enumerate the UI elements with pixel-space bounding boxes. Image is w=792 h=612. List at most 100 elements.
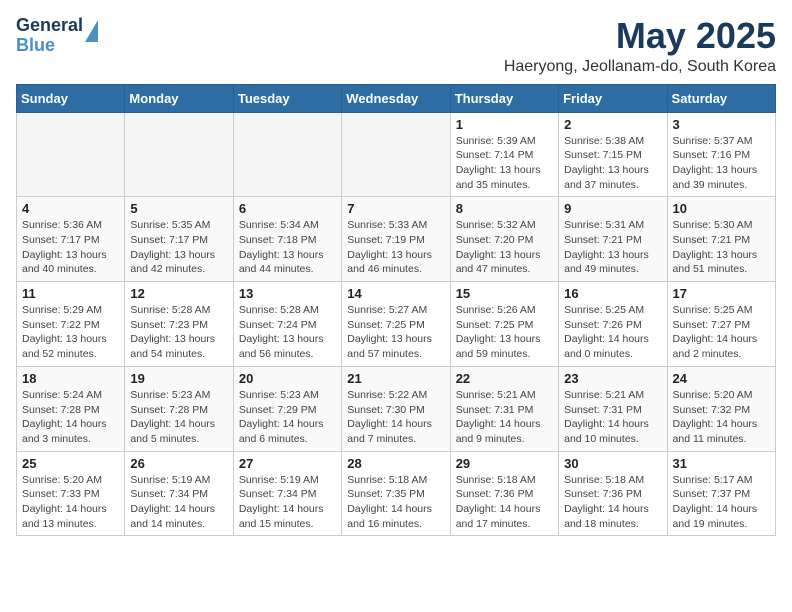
day-number: 11 <box>22 286 119 301</box>
day-number: 29 <box>456 456 553 471</box>
day-number: 21 <box>347 371 444 386</box>
day-number: 27 <box>239 456 336 471</box>
calendar-cell: 29 Sunrise: 5:18 AM Sunset: 7:36 PM Dayli… <box>450 451 558 536</box>
day-number: 26 <box>130 456 227 471</box>
day-info: Sunrise: 5:21 AM Sunset: 7:31 PM Dayligh… <box>564 388 661 447</box>
calendar-cell: 15 Sunrise: 5:26 AM Sunset: 7:25 PM Dayli… <box>450 282 558 367</box>
day-info: Sunrise: 5:28 AM Sunset: 7:24 PM Dayligh… <box>239 303 336 362</box>
calendar-cell: 4 Sunrise: 5:36 AM Sunset: 7:17 PM Daylig… <box>17 197 125 282</box>
calendar-cell <box>125 112 233 197</box>
calendar-cell: 12 Sunrise: 5:28 AM Sunset: 7:23 PM Dayli… <box>125 282 233 367</box>
day-number: 3 <box>673 117 770 132</box>
day-number: 13 <box>239 286 336 301</box>
day-info: Sunrise: 5:24 AM Sunset: 7:28 PM Dayligh… <box>22 388 119 447</box>
logo-line2: Blue <box>16 36 83 56</box>
calendar-cell: 28Sunrise: 5:18 AM Sunset: 7:35 PM Dayli… <box>342 451 450 536</box>
day-info: Sunrise: 5:38 AM Sunset: 7:15 PM Dayligh… <box>564 134 661 193</box>
calendar-table: SundayMondayTuesdayWednesdayThursdayFrid… <box>16 84 776 537</box>
day-info: Sunrise: 5:34 AM Sunset: 7:18 PM Dayligh… <box>239 218 336 277</box>
calendar-week-row: 11 Sunrise: 5:29 AM Sunset: 7:22 PM Dayli… <box>17 282 776 367</box>
weekday-header-saturday: Saturday <box>667 84 775 112</box>
day-info: Sunrise: 5:28 AM Sunset: 7:23 PM Dayligh… <box>130 303 227 362</box>
day-info: Sunrise: 5:30 AM Sunset: 7:21 PM Dayligh… <box>673 218 770 277</box>
day-number: 18 <box>22 371 119 386</box>
day-info: Sunrise: 5:25 AM Sunset: 7:27 PM Dayligh… <box>673 303 770 362</box>
day-info: Sunrise: 5:18 AM Sunset: 7:36 PM Dayligh… <box>456 473 553 532</box>
calendar-week-row: 25 Sunrise: 5:20 AM Sunset: 7:33 PM Dayli… <box>17 451 776 536</box>
day-info: Sunrise: 5:21 AM Sunset: 7:31 PM Dayligh… <box>456 388 553 447</box>
calendar-cell: 19 Sunrise: 5:23 AM Sunset: 7:28 PM Dayli… <box>125 366 233 451</box>
day-number: 5 <box>130 201 227 216</box>
day-info: Sunrise: 5:18 AM Sunset: 7:36 PM Dayligh… <box>564 473 661 532</box>
calendar-week-row: 4 Sunrise: 5:36 AM Sunset: 7:17 PM Daylig… <box>17 197 776 282</box>
calendar-header-row: SundayMondayTuesdayWednesdayThursdayFrid… <box>17 84 776 112</box>
day-number: 30 <box>564 456 661 471</box>
day-number: 1 <box>456 117 553 132</box>
logo-line1: General <box>16 16 83 36</box>
calendar-cell: 31 Sunrise: 5:17 AM Sunset: 7:37 PM Dayli… <box>667 451 775 536</box>
calendar-cell: 10 Sunrise: 5:30 AM Sunset: 7:21 PM Dayli… <box>667 197 775 282</box>
calendar-cell: 5Sunrise: 5:35 AM Sunset: 7:17 PM Daylig… <box>125 197 233 282</box>
day-info: Sunrise: 5:17 AM Sunset: 7:37 PM Dayligh… <box>673 473 770 532</box>
weekday-header-friday: Friday <box>559 84 667 112</box>
calendar-cell: 24 Sunrise: 5:20 AM Sunset: 7:32 PM Dayli… <box>667 366 775 451</box>
day-info: Sunrise: 5:37 AM Sunset: 7:16 PM Dayligh… <box>673 134 770 193</box>
day-number: 31 <box>673 456 770 471</box>
day-number: 10 <box>673 201 770 216</box>
day-number: 6 <box>239 201 336 216</box>
day-number: 7 <box>347 201 444 216</box>
calendar-cell: 3 Sunrise: 5:37 AM Sunset: 7:16 PM Daylig… <box>667 112 775 197</box>
calendar-cell: 14Sunrise: 5:27 AM Sunset: 7:25 PM Dayli… <box>342 282 450 367</box>
weekday-header-monday: Monday <box>125 84 233 112</box>
day-number: 23 <box>564 371 661 386</box>
calendar-cell: 21 Sunrise: 5:22 AM Sunset: 7:30 PM Dayli… <box>342 366 450 451</box>
title-block: May 2025 Haeryong, Jeollanam-do, South K… <box>504 16 776 76</box>
calendar-cell: 6 Sunrise: 5:34 AM Sunset: 7:18 PM Daylig… <box>233 197 341 282</box>
day-info: Sunrise: 5:36 AM Sunset: 7:17 PM Dayligh… <box>22 218 119 277</box>
calendar-cell <box>233 112 341 197</box>
day-number: 25 <box>22 456 119 471</box>
day-info: Sunrise: 5:25 AM Sunset: 7:26 PM Dayligh… <box>564 303 661 362</box>
day-number: 20 <box>239 371 336 386</box>
day-info: Sunrise: 5:19 AM Sunset: 7:34 PM Dayligh… <box>239 473 336 532</box>
calendar-cell: 9 Sunrise: 5:31 AM Sunset: 7:21 PM Daylig… <box>559 197 667 282</box>
day-number: 28 <box>347 456 444 471</box>
weekday-header-tuesday: Tuesday <box>233 84 341 112</box>
day-number: 8 <box>456 201 553 216</box>
day-number: 9 <box>564 201 661 216</box>
day-number: 24 <box>673 371 770 386</box>
day-number: 19 <box>130 371 227 386</box>
calendar-cell: 25 Sunrise: 5:20 AM Sunset: 7:33 PM Dayli… <box>17 451 125 536</box>
calendar-week-row: 1Sunrise: 5:39 AM Sunset: 7:14 PM Daylig… <box>17 112 776 197</box>
day-number: 12 <box>130 286 227 301</box>
day-number: 14 <box>347 286 444 301</box>
day-info: Sunrise: 5:31 AM Sunset: 7:21 PM Dayligh… <box>564 218 661 277</box>
calendar-cell: 8Sunrise: 5:32 AM Sunset: 7:20 PM Daylig… <box>450 197 558 282</box>
weekday-header-thursday: Thursday <box>450 84 558 112</box>
day-number: 15 <box>456 286 553 301</box>
calendar-cell: 7 Sunrise: 5:33 AM Sunset: 7:19 PM Daylig… <box>342 197 450 282</box>
day-info: Sunrise: 5:19 AM Sunset: 7:34 PM Dayligh… <box>130 473 227 532</box>
calendar-cell: 18 Sunrise: 5:24 AM Sunset: 7:28 PM Dayli… <box>17 366 125 451</box>
calendar-cell: 1Sunrise: 5:39 AM Sunset: 7:14 PM Daylig… <box>450 112 558 197</box>
day-info: Sunrise: 5:33 AM Sunset: 7:19 PM Dayligh… <box>347 218 444 277</box>
calendar-cell: 17 Sunrise: 5:25 AM Sunset: 7:27 PM Dayli… <box>667 282 775 367</box>
day-info: Sunrise: 5:20 AM Sunset: 7:33 PM Dayligh… <box>22 473 119 532</box>
day-info: Sunrise: 5:20 AM Sunset: 7:32 PM Dayligh… <box>673 388 770 447</box>
calendar-cell: 27 Sunrise: 5:19 AM Sunset: 7:34 PM Dayli… <box>233 451 341 536</box>
weekday-header-sunday: Sunday <box>17 84 125 112</box>
calendar-cell: 13 Sunrise: 5:28 AM Sunset: 7:24 PM Dayli… <box>233 282 341 367</box>
calendar-cell <box>342 112 450 197</box>
calendar-title: May 2025 <box>504 16 776 56</box>
day-number: 4 <box>22 201 119 216</box>
day-info: Sunrise: 5:23 AM Sunset: 7:28 PM Dayligh… <box>130 388 227 447</box>
day-number: 17 <box>673 286 770 301</box>
calendar-cell: 20Sunrise: 5:23 AM Sunset: 7:29 PM Dayli… <box>233 366 341 451</box>
day-info: Sunrise: 5:22 AM Sunset: 7:30 PM Dayligh… <box>347 388 444 447</box>
day-info: Sunrise: 5:29 AM Sunset: 7:22 PM Dayligh… <box>22 303 119 362</box>
day-number: 22 <box>456 371 553 386</box>
day-info: Sunrise: 5:26 AM Sunset: 7:25 PM Dayligh… <box>456 303 553 362</box>
logo: General Blue <box>16 16 98 56</box>
page-header: General Blue May 2025 Haeryong, Jeollana… <box>16 16 776 76</box>
day-number: 16 <box>564 286 661 301</box>
